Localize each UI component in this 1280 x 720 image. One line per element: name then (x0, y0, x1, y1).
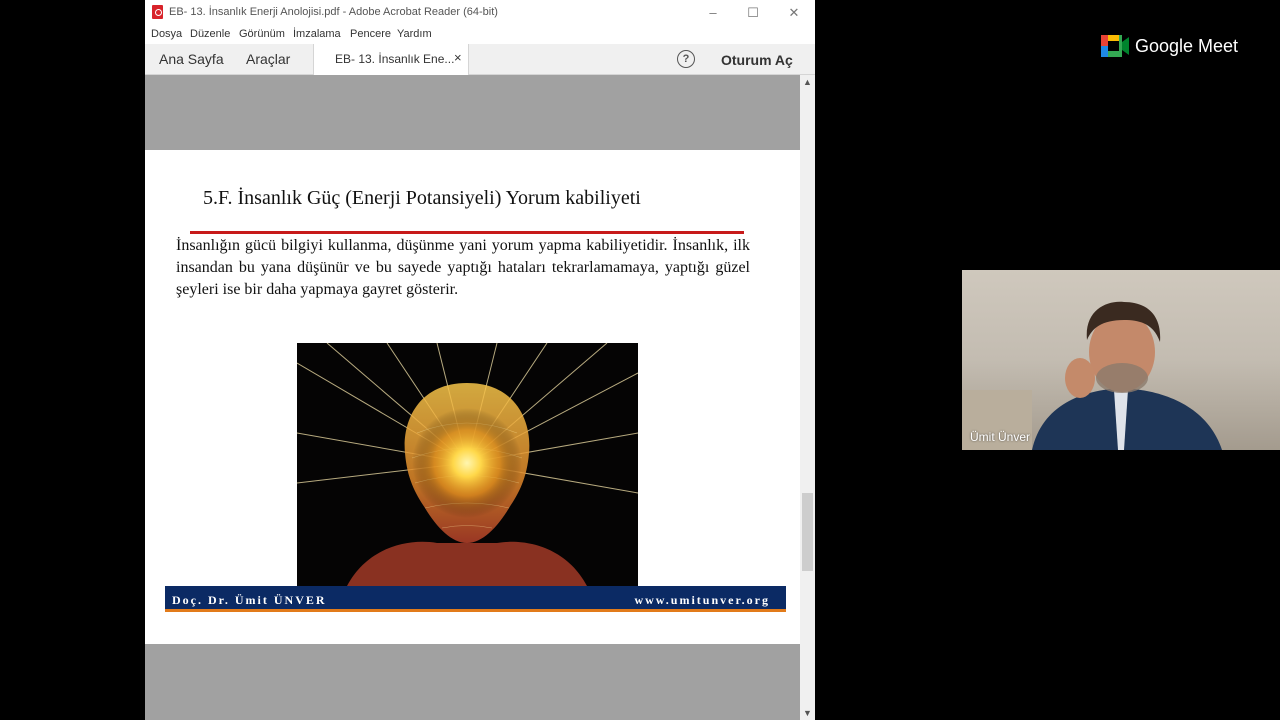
window-title: EB- 13. İnsanlık Enerji Anolojisi.pdf - … (169, 6, 498, 18)
menu-view[interactable]: Görünüm (239, 28, 285, 40)
slide-body-text: İnsanlığın gücü bilgiyi kullanma, düşünm… (176, 237, 750, 298)
maximize-button[interactable]: ☐ (739, 3, 767, 23)
footer-author: Doç. Dr. Ümit ÜNVER (172, 593, 327, 607)
participant-video (962, 301, 1222, 450)
scroll-down-icon[interactable]: ▼ (800, 706, 815, 720)
participant-video-tile[interactable]: Ümit Ünver (962, 270, 1280, 450)
close-tab-icon[interactable]: × (454, 50, 462, 65)
slide-footer: Doç. Dr. Ümit ÜNVER www.umitunver.org (165, 586, 786, 612)
close-window-button[interactable]: ✕ (780, 3, 808, 23)
meet-camera-icon (1101, 35, 1129, 57)
glowing-head-image (297, 343, 638, 586)
tab-document-label: EB- 13. İnsanlık Ene... (335, 52, 455, 66)
title-bar: EB- 13. İnsanlık Enerji Anolojisi.pdf - … (145, 0, 815, 26)
title-underline (190, 231, 744, 234)
slide-title: 5.F. İnsanlık Güç (Enerji Potansiyeli) Y… (203, 187, 641, 209)
tab-bar: Ana Sayfa Araçlar EB- 13. İnsanlık Ene..… (145, 44, 815, 75)
participant-name: Ümit Ünver (970, 430, 1031, 444)
help-icon[interactable]: ? (677, 50, 695, 68)
vertical-scrollbar[interactable]: ▲ ▼ (800, 75, 815, 720)
minimize-button[interactable]: – (699, 3, 727, 23)
menu-window[interactable]: Pencere (350, 28, 391, 40)
menu-help[interactable]: Yardım (397, 28, 432, 40)
pdf-page: 5.F. İnsanlık Güç (Enerji Potansiyeli) Y… (145, 150, 800, 644)
pdf-file-icon (152, 5, 163, 19)
acrobat-window: EB- 13. İnsanlık Enerji Anolojisi.pdf - … (145, 0, 815, 720)
sign-in-button[interactable]: Oturum Aç (721, 52, 793, 68)
menu-file[interactable]: Dosya (151, 28, 182, 40)
scroll-thumb[interactable] (802, 493, 813, 571)
tab-home[interactable]: Ana Sayfa (159, 51, 224, 67)
tab-document[interactable]: EB- 13. İnsanlık Ene... × (313, 44, 469, 75)
scroll-up-icon[interactable]: ▲ (800, 75, 815, 89)
slide: 5.F. İnsanlık Güç (Enerji Potansiyeli) Y… (165, 165, 786, 623)
footer-website: www.umitunver.org (634, 593, 770, 607)
tab-tools[interactable]: Araçlar (246, 51, 290, 67)
menu-edit[interactable]: Düzenle (190, 28, 230, 40)
menu-sign[interactable]: İmzalama (293, 28, 341, 40)
meet-brand-text: Google Meet (1135, 36, 1239, 56)
google-meet-logo: Google Meet (1101, 35, 1238, 59)
document-viewer: 5.F. İnsanlık Güç (Enerji Potansiyeli) Y… (145, 75, 800, 720)
menu-bar: Dosya Düzenle Görünüm İmzalama Pencere Y… (145, 26, 815, 44)
